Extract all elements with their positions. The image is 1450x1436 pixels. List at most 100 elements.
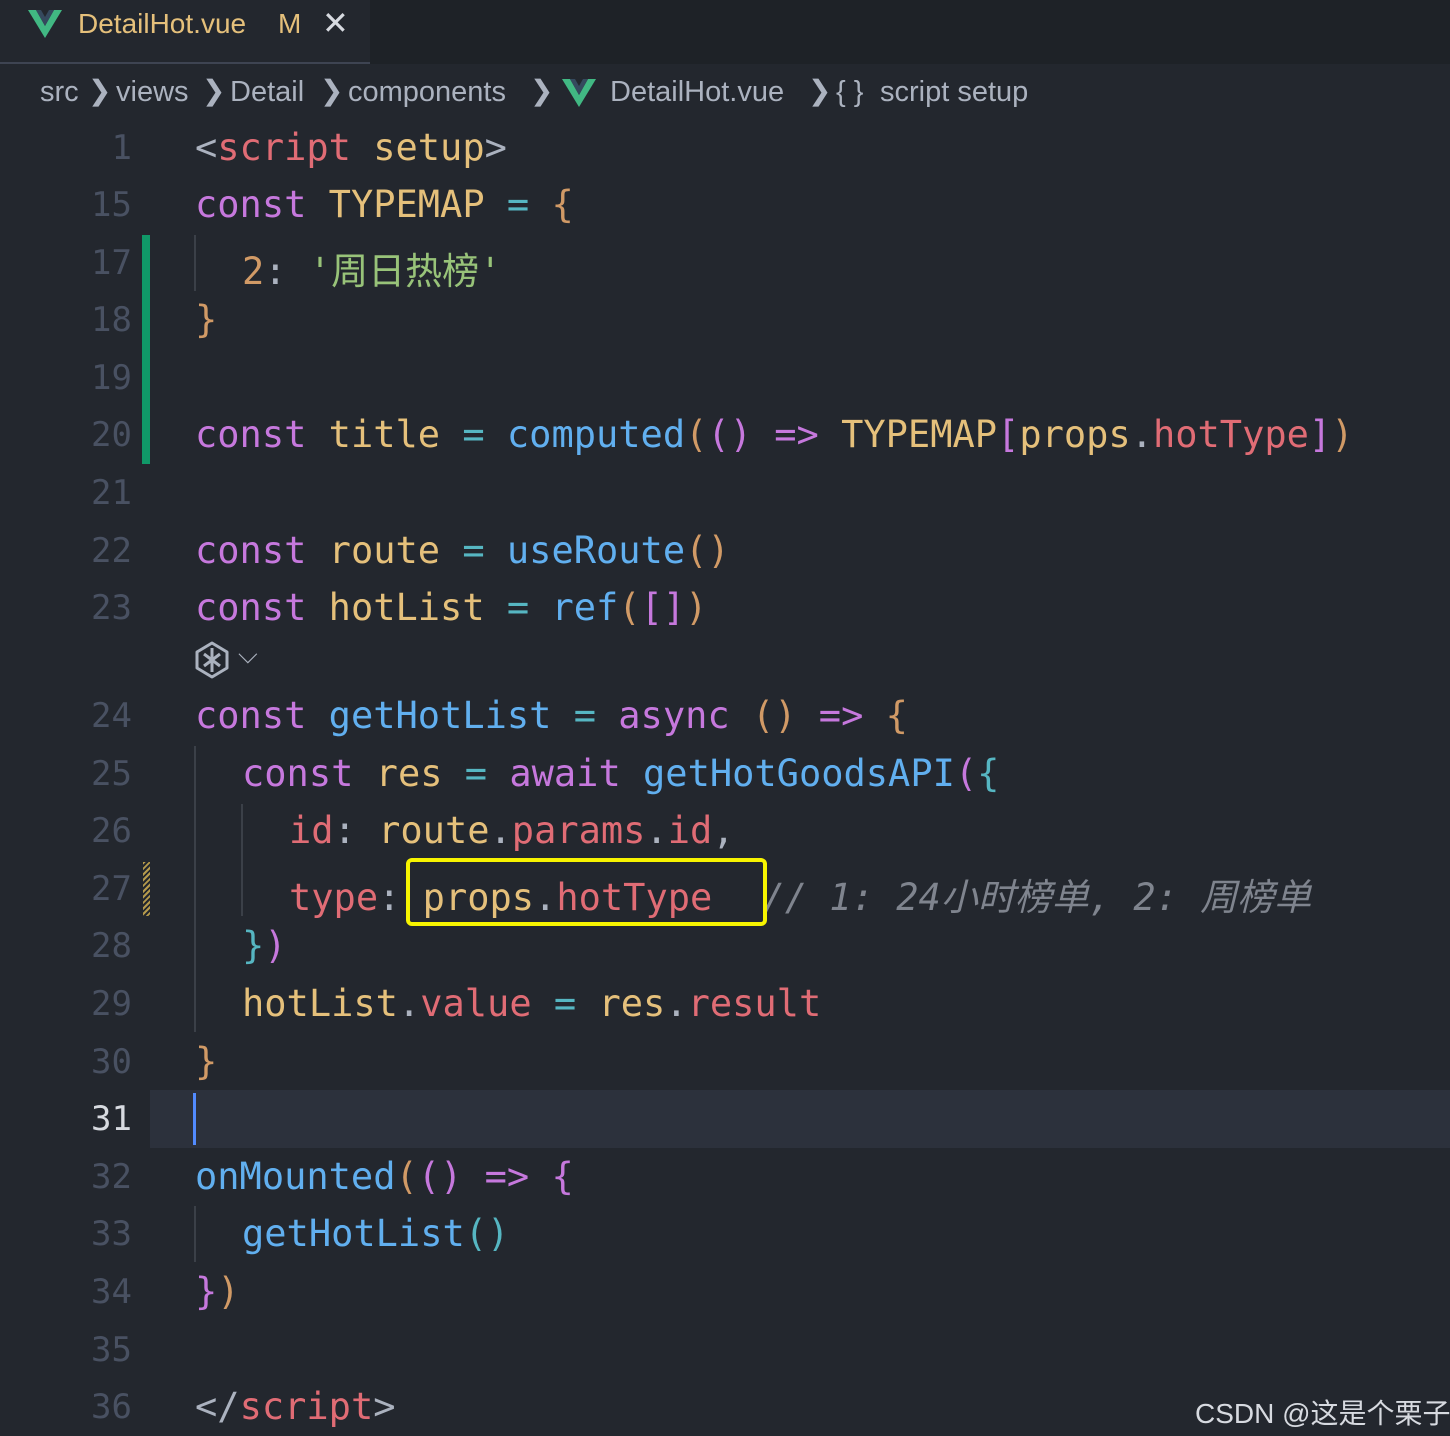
token: const bbox=[195, 413, 307, 456]
braces-icon: { } bbox=[836, 76, 864, 108]
code-line-30[interactable]: } bbox=[195, 1040, 217, 1083]
token: script bbox=[217, 126, 351, 169]
token: > bbox=[484, 126, 507, 169]
line-number: 18 bbox=[91, 300, 132, 340]
text-cursor bbox=[193, 1093, 196, 1145]
token: title bbox=[328, 413, 441, 456]
tab-filename: DetailHot.vue bbox=[78, 8, 247, 39]
token: } bbox=[195, 1040, 218, 1083]
token: } bbox=[195, 1270, 218, 1313]
code-line-15[interactable]: const TYPEMAP = { bbox=[195, 183, 574, 226]
token: = bbox=[462, 529, 485, 572]
line-number: 30 bbox=[91, 1042, 132, 1082]
code-line-36[interactable]: </script> bbox=[195, 1385, 396, 1428]
code-line-24[interactable]: const getHotList = async () => { bbox=[195, 694, 908, 737]
token: hotType bbox=[1152, 413, 1309, 456]
token: route bbox=[378, 809, 490, 852]
token: => bbox=[774, 413, 819, 456]
highlight-box bbox=[406, 858, 767, 926]
token: ) bbox=[685, 586, 708, 629]
token: setup bbox=[373, 126, 485, 169]
code-line-1[interactable]: <script setup> bbox=[195, 126, 507, 169]
code-line-20[interactable]: const title = computed(() => TYPEMAP[pro… bbox=[195, 413, 1353, 456]
token: () bbox=[751, 694, 797, 737]
indent-guide bbox=[241, 804, 243, 916]
breadcrumb-item-script-setup[interactable]: script setup bbox=[880, 76, 1028, 109]
indent-guide bbox=[194, 1206, 196, 1262]
breadcrumb: src ❯ views ❯ Detail ❯ components ❯ Deta… bbox=[0, 66, 1450, 122]
chevron-right-icon: ❯ bbox=[202, 74, 226, 107]
token: } bbox=[242, 924, 265, 967]
breadcrumb-item-src[interactable]: src bbox=[40, 76, 79, 109]
line-number: 29 bbox=[91, 984, 132, 1024]
token: res bbox=[375, 752, 443, 795]
token: async bbox=[618, 694, 730, 737]
chevron-down-icon[interactable]: ⌵ bbox=[238, 640, 258, 671]
token: ] bbox=[1308, 413, 1332, 456]
vue-file-icon bbox=[28, 10, 62, 38]
token: , bbox=[712, 809, 735, 852]
code-line-17[interactable]: 2: '周日热榜' bbox=[242, 241, 501, 295]
token: props bbox=[1019, 413, 1131, 456]
code-line-33[interactable]: getHotList() bbox=[242, 1212, 509, 1255]
breadcrumb-item-detail[interactable]: Detail bbox=[230, 76, 304, 109]
breadcrumb-item-file[interactable]: DetailHot.vue bbox=[610, 76, 784, 109]
token: = bbox=[506, 183, 530, 226]
code-line-32[interactable]: onMounted(() => { bbox=[195, 1155, 574, 1198]
token: [ bbox=[997, 413, 1020, 456]
breadcrumb-item-components[interactable]: components bbox=[348, 76, 506, 109]
line-number: 32 bbox=[91, 1157, 132, 1197]
line-number: 35 bbox=[91, 1330, 132, 1370]
code-line-25[interactable]: const res = await getHotGoodsAPI({ bbox=[242, 752, 999, 795]
ai-sparkle-icon[interactable] bbox=[192, 640, 232, 680]
close-icon[interactable]: ✕ bbox=[322, 4, 349, 42]
token: . bbox=[665, 982, 688, 1025]
tab-detailhot[interactable]: DetailHot.vue M ✕ bbox=[0, 0, 370, 64]
token: const bbox=[195, 529, 307, 572]
code-line-34[interactable]: }) bbox=[195, 1270, 240, 1313]
code-line-22[interactable]: const route = useRoute() bbox=[195, 529, 730, 572]
indent-guide bbox=[194, 746, 196, 1032]
token: '周日热榜' bbox=[308, 250, 502, 293]
token: TYPEMAP bbox=[841, 413, 998, 456]
token: < bbox=[195, 126, 218, 169]
code-line-23[interactable]: const hotList = ref([]) bbox=[195, 586, 707, 629]
token: getHotList bbox=[242, 1212, 465, 1255]
token: { bbox=[977, 752, 1000, 795]
line-number: 23 bbox=[91, 588, 132, 628]
token: => bbox=[484, 1155, 530, 1198]
line-number: 15 bbox=[91, 185, 132, 225]
token: hotList bbox=[328, 586, 485, 629]
token: script bbox=[239, 1385, 374, 1428]
code-line-29[interactable]: hotList.value = res.result bbox=[242, 982, 821, 1025]
line-number-active: 31 bbox=[91, 1099, 132, 1139]
token: computed bbox=[506, 413, 686, 456]
code-line-18[interactable]: } bbox=[195, 298, 217, 341]
token: = bbox=[573, 694, 596, 737]
code-line-28[interactable]: }) bbox=[242, 924, 287, 967]
token: getHotGoodsAPI bbox=[643, 752, 955, 795]
breadcrumb-item-views[interactable]: views bbox=[116, 76, 189, 109]
token: result bbox=[687, 982, 822, 1025]
tab-bar: DetailHot.vue M ✕ bbox=[0, 0, 1450, 64]
token: hotList bbox=[242, 982, 398, 1025]
line-number: 26 bbox=[91, 811, 132, 851]
code-line-26[interactable]: id: route.params.id, bbox=[289, 809, 735, 852]
token: => bbox=[818, 694, 864, 737]
token: const bbox=[195, 183, 307, 226]
token: const bbox=[195, 694, 307, 737]
